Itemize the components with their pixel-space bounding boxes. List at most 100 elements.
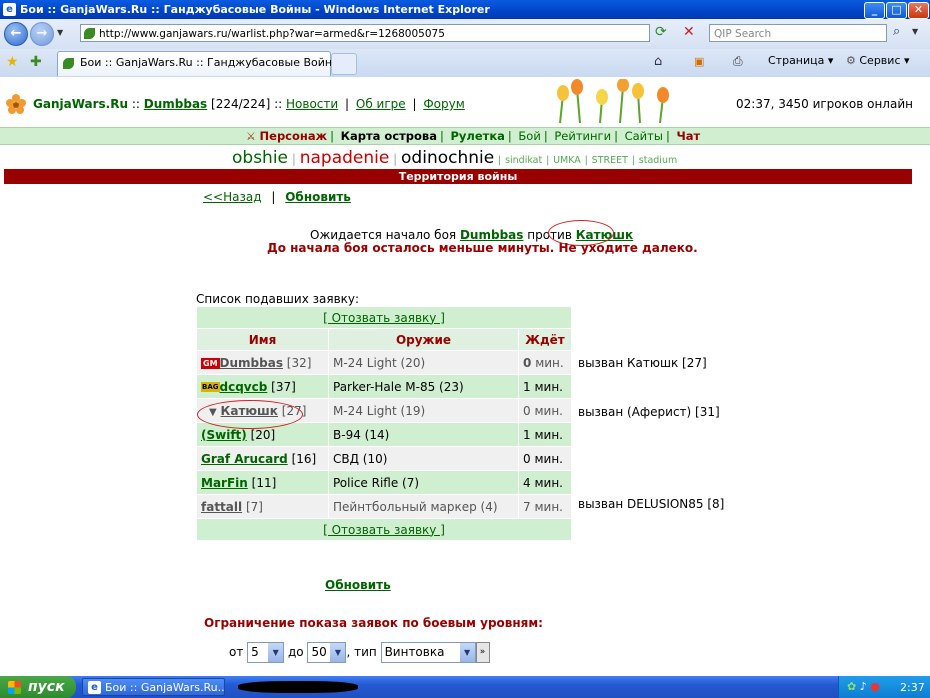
tools-menu[interactable]: ⚙ Сервис ▾ (846, 54, 910, 67)
minimize-button[interactable]: _ (864, 2, 885, 19)
gm-badge-icon: GM (201, 357, 220, 369)
category-obshie[interactable]: obshie (232, 148, 288, 168)
stop-icon[interactable]: ✕ (683, 24, 695, 40)
withdraw-link-top[interactable]: [ Отозвать заявку ] (323, 311, 445, 325)
maximize-button[interactable]: □ (886, 2, 907, 19)
site-user-line: GanjaWars.Ru :: Dumbbas [224/224] :: Нов… (33, 97, 465, 111)
search-icon[interactable]: ⌕ (893, 24, 900, 39)
tab-favicon (63, 58, 74, 69)
clock: 2:37 (900, 681, 925, 694)
home-icon[interactable]: ⌂ (654, 54, 662, 69)
table-row: BAGdcqvcb [37] Parker-Hale M-85 (23) 1 м… (196, 374, 572, 399)
col-weapon: Оружие (328, 328, 519, 351)
menu-battle[interactable]: Бой (518, 129, 540, 143)
nav-links: <<Назад | Обновить (203, 190, 351, 204)
table-row: fattall [7] Пейнтбольный маркер (4) 7 ми… (196, 494, 572, 519)
redaction-blot (600, 282, 700, 322)
address-input[interactable]: http://www.ganjawars.ru/warlist.php?war=… (80, 24, 650, 42)
user-link[interactable]: Dumbbas (144, 97, 207, 111)
windows-logo-icon (8, 681, 21, 694)
user-hp: [224/224] (211, 97, 271, 111)
battle-categories: obshie | napadenie | odinochnie | sindik… (232, 148, 678, 168)
player-link[interactable]: MarFin (201, 476, 248, 490)
about-link[interactable]: Об игре (356, 97, 406, 111)
add-favorite-icon[interactable]: ✚ (30, 54, 42, 70)
refresh-link-bottom[interactable]: Обновить (325, 578, 391, 592)
tulips-decoration (557, 79, 669, 124)
search-options-icon[interactable]: ▼ (912, 27, 918, 36)
menu-ratings[interactable]: Рейтинги (554, 129, 611, 143)
player-link[interactable]: (Swift) (201, 428, 247, 442)
clan-badge-icon: BAG (201, 382, 220, 392)
player-link[interactable]: dcqvcb (220, 380, 268, 394)
print-icon[interactable]: ⎙ (733, 54, 743, 69)
forward-arrow-icon[interactable]: → (30, 22, 54, 46)
warning-message: До начала боя осталось меньше минуты. Не… (267, 241, 698, 255)
ie-icon: e (3, 3, 16, 16)
level-filter: от 5 ▼ до 50 ▼, тип Винтовка ▼» (229, 642, 490, 663)
waiting-player-link[interactable]: Dumbbas (460, 228, 523, 242)
window-title: Бои :: GanjaWars.Ru :: Ганджубасовые Вой… (20, 3, 490, 16)
table-row: MarFin [11] Police Rifle (7) 4 мин. (196, 470, 572, 495)
back-arrow-icon[interactable]: ← (4, 22, 28, 46)
weapon-type-select[interactable]: Винтовка ▼ (380, 642, 476, 663)
search-input[interactable]: QIP Search (709, 24, 887, 42)
chevron-down-icon: ▼ (330, 643, 346, 662)
row-note: вызван (Аферист) [31] (578, 405, 720, 419)
menu-roulette[interactable]: Рулетка (451, 129, 505, 143)
tray-app-icon[interactable]: ✿ (847, 680, 856, 693)
page-menu[interactable]: Страница ▾ (768, 54, 833, 67)
col-wait: Ждёт (518, 328, 572, 351)
news-link[interactable]: Новости (286, 97, 338, 111)
site-favicon (84, 28, 95, 39)
taskbar-ie-window[interactable]: e Бои :: GanjaWars.Ru... (82, 678, 225, 696)
volume-icon[interactable]: ♪ (860, 680, 867, 693)
applicants-label: Список подавших заявку: (196, 292, 360, 306)
online-status: 02:37, 3450 игроков онлайн (736, 97, 913, 111)
site-name: GanjaWars.Ru (33, 97, 129, 111)
refresh-icon[interactable]: ⟳ (655, 24, 667, 40)
category-napadenie[interactable]: napadenie (300, 148, 390, 168)
start-button[interactable]: пуск (0, 676, 76, 698)
close-button[interactable]: ✕ (908, 2, 929, 19)
tray-alert-icon[interactable]: ● (870, 680, 880, 693)
category-odinochnie[interactable]: odinochnie (401, 148, 494, 168)
refresh-link-top[interactable]: Обновить (285, 190, 351, 204)
category-street[interactable]: STREET (592, 155, 628, 166)
character-icon: ⚔ (246, 130, 256, 143)
favorites-star-icon[interactable]: ★ (6, 54, 19, 70)
feeds-icon[interactable]: ▣ (694, 55, 704, 68)
window-title-bar: e Бои :: GanjaWars.Ru :: Ганджубасовые В… (0, 0, 930, 19)
level-to-select[interactable]: 50 ▼ (307, 642, 347, 663)
row-note: вызван Катюшк [27] (578, 356, 707, 370)
col-name: Имя (196, 328, 329, 351)
apply-filter-button[interactable]: » (475, 642, 490, 663)
new-tab-button[interactable] (331, 53, 357, 75)
table-row: GM Dumbbas [32] M-24 Light (20) 0 мин. (196, 350, 572, 375)
player-link[interactable]: Graf Arucard (201, 452, 288, 466)
category-stadium[interactable]: stadium (639, 155, 677, 166)
menu-sites[interactable]: Сайты (625, 129, 663, 143)
site-logo-flower-icon (6, 94, 26, 114)
menu-chat[interactable]: Чат (676, 129, 700, 143)
ie-icon: e (88, 681, 101, 694)
section-title: Территория войны (4, 169, 912, 184)
forum-link[interactable]: Форум (423, 97, 464, 111)
level-from-select[interactable]: 5 ▼ (247, 642, 285, 663)
main-menu: ⚔ Персонаж | Карта острова | Рулетка | Бой |… (0, 127, 930, 145)
category-umka[interactable]: UMKA (553, 155, 581, 166)
player-link[interactable]: fattall (201, 500, 242, 514)
menu-character[interactable]: Персонаж (260, 129, 328, 143)
tab-active[interactable]: Бои :: GanjaWars.Ru :: Ганджубасовые Вой… (57, 51, 341, 76)
table-row: Graf Arucard [16] СВД (10) 0 мин. (196, 446, 572, 471)
chevron-down-icon: ▼ (268, 643, 284, 662)
back-link[interactable]: <<Назад (203, 190, 262, 204)
level-limit-label: Ограничение показа заявок по боевым уров… (204, 616, 543, 630)
history-dropdown-icon[interactable]: ▼ (57, 28, 63, 37)
withdraw-link-bottom[interactable]: [ Отозвать заявку ] (323, 523, 445, 537)
player-link[interactable]: Dumbbas (220, 356, 283, 370)
row-note: вызван DELUSION85 [8] (578, 497, 725, 511)
menu-island-map[interactable]: Карта острова (341, 129, 437, 143)
category-sindikat[interactable]: sindikat (505, 155, 542, 166)
chevron-down-icon: ▼ (459, 643, 475, 662)
